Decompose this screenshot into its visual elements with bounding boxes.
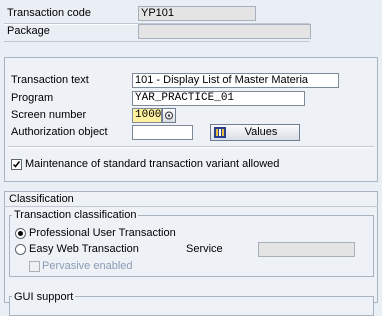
values-button[interactable]: Values [210,124,300,141]
values-icon [214,127,226,138]
service-field [258,242,355,257]
easy-web-radio[interactable] [15,244,26,255]
transaction-text-input[interactable]: 101 - Display List of Master Materia [132,73,339,88]
classification-title: Classification [9,193,74,205]
maintenance-checkbox-label: Maintenance of standard transaction vari… [25,158,280,170]
program-label: Program [11,92,54,104]
transaction-code-label: Transaction code [7,7,91,19]
values-button-label: Values [244,126,278,138]
easy-web-radio-label: Easy Web Transaction [29,243,139,255]
transaction-classification-title: Transaction classification [12,209,139,222]
maintenance-checkbox[interactable] [11,159,22,170]
screen-number-input[interactable]: 1000 [132,108,162,123]
transaction-text-label: Transaction text [11,74,89,86]
package-field [138,24,311,39]
transaction-code-field: YP101 [138,6,256,21]
radio-selected-dot [18,231,23,236]
gui-support-title: GUI support [12,291,76,304]
divider [4,41,310,42]
package-label: Package [7,25,50,37]
program-input[interactable]: YAR_PRACTICE_01 [132,91,305,106]
professional-radio[interactable] [15,228,26,239]
pervasive-checkbox-label: Pervasive enabled [42,260,133,272]
professional-radio-label: Professional User Transaction [29,227,176,239]
authorization-object-label: Authorization object [11,126,108,138]
divider [8,147,374,148]
authorization-object-input[interactable] [132,125,193,140]
divider [4,206,378,207]
screen-number-label: Screen number [11,109,87,121]
pervasive-checkbox [29,261,40,272]
search-help-icon[interactable] [162,108,176,123]
service-label: Service [186,243,223,255]
